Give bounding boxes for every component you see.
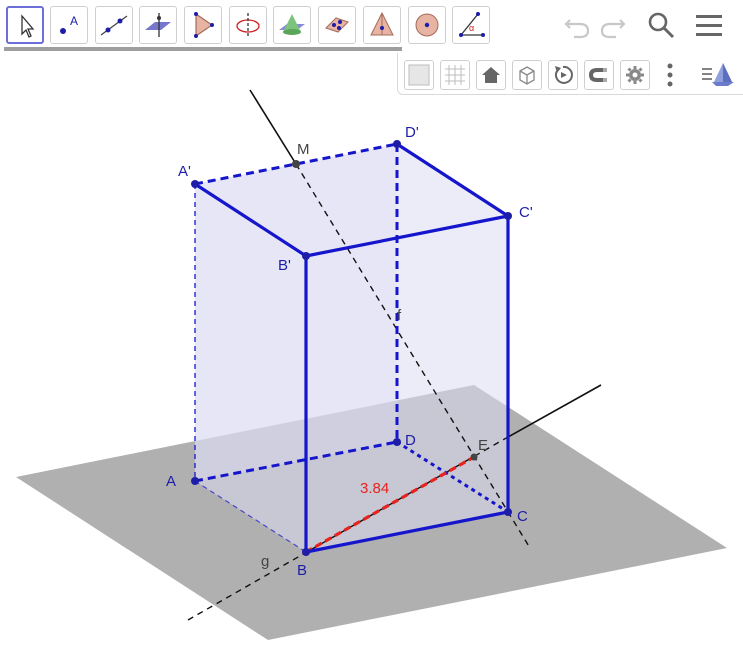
grid-toggle-button[interactable]: [440, 60, 470, 90]
settings-button[interactable]: [620, 60, 650, 90]
point-C-prime[interactable]: [504, 212, 512, 220]
pyramid-solid-tool-button[interactable]: [363, 6, 401, 44]
net-tool-button[interactable]: [318, 6, 356, 44]
home-icon: [482, 67, 500, 83]
svg-text:α: α: [469, 23, 474, 33]
pyramid-icon: [370, 11, 394, 36]
point-tool-button[interactable]: A: [50, 6, 88, 44]
point-M[interactable]: [292, 160, 300, 168]
search-button[interactable]: [644, 8, 678, 42]
rotate-axis-icon: [236, 13, 260, 37]
face-back[interactable]: [195, 144, 397, 481]
triangle-icon: [194, 12, 214, 38]
grid-icon: [445, 65, 465, 85]
toolbar-scroll-indicator: [4, 47, 402, 51]
label-D-prime: D': [405, 124, 419, 141]
line-g-visible[interactable]: [507, 384, 602, 438]
cone-tool-button[interactable]: [273, 6, 311, 44]
label-C: C: [517, 508, 528, 525]
graphics-style-bar: [397, 53, 743, 95]
rotate-view-icon: [554, 65, 573, 84]
point-C[interactable]: [504, 508, 512, 516]
label-B: B: [297, 562, 307, 579]
label-B-prime: B': [278, 257, 291, 274]
point-D-prime[interactable]: [393, 140, 401, 148]
point-B-prime[interactable]: [302, 252, 310, 260]
point-A-prime[interactable]: [191, 180, 199, 188]
move-cursor-icon: [21, 14, 35, 38]
rotate-around-line-tool-button[interactable]: [229, 6, 267, 44]
label-D: D: [405, 432, 416, 449]
color-swatch-icon: [408, 64, 430, 86]
label-E: E: [478, 437, 488, 454]
line-f[interactable]: [249, 89, 297, 165]
axes-box-button[interactable]: [512, 60, 542, 90]
sphere-icon: [415, 13, 439, 37]
point-D[interactable]: [393, 438, 401, 446]
menu-icon: [696, 15, 722, 36]
undo-button[interactable]: [560, 8, 594, 42]
tool-bar: A α: [0, 0, 743, 48]
line-icon: [100, 15, 128, 36]
gear-icon: [626, 66, 644, 84]
undo-icon: [564, 19, 590, 39]
point-icon: A: [60, 14, 78, 34]
plane-icon: [145, 13, 171, 37]
search-icon: [648, 12, 675, 39]
more-vert-icon: [667, 63, 673, 87]
label-g: g: [261, 553, 269, 570]
label-A-prime: A': [178, 163, 191, 180]
menu-button[interactable]: [692, 8, 726, 42]
segment-value-label: 3.84: [360, 480, 389, 497]
standard-view-button[interactable]: [476, 60, 506, 90]
sphere-tool-button[interactable]: [408, 6, 446, 44]
graphics-3d-view[interactable]: A B C D A' B' C' D' M E f g 3.84: [0, 0, 743, 652]
angle-tool-button[interactable]: α: [452, 6, 490, 44]
point-capturing-button[interactable]: [584, 60, 614, 90]
more-options-button[interactable]: [664, 61, 676, 89]
svg-text:A: A: [70, 14, 78, 28]
point-B[interactable]: [302, 548, 310, 556]
move-tool-button[interactable]: [6, 6, 44, 44]
cone-icon: [279, 14, 305, 35]
perpendicular-plane-tool-button[interactable]: [139, 6, 177, 44]
view-direction-icon: [702, 63, 734, 86]
pyramid-tool-button[interactable]: [184, 6, 222, 44]
angle-icon: α: [459, 12, 485, 37]
label-C-prime: C': [519, 204, 533, 221]
point-E[interactable]: [470, 453, 478, 461]
redo-icon: [600, 19, 626, 39]
label-A: A: [166, 473, 176, 490]
redo-button[interactable]: [596, 8, 630, 42]
net-icon: [325, 17, 349, 33]
view-direction-button[interactable]: [698, 59, 738, 89]
point-A[interactable]: [191, 477, 199, 485]
label-M: M: [297, 141, 310, 158]
magnet-icon: [588, 68, 607, 82]
axes-box-icon: [519, 66, 535, 85]
line-tool-button[interactable]: [95, 6, 133, 44]
rotate-view-button[interactable]: [548, 60, 578, 90]
background-color-button[interactable]: [404, 60, 434, 90]
